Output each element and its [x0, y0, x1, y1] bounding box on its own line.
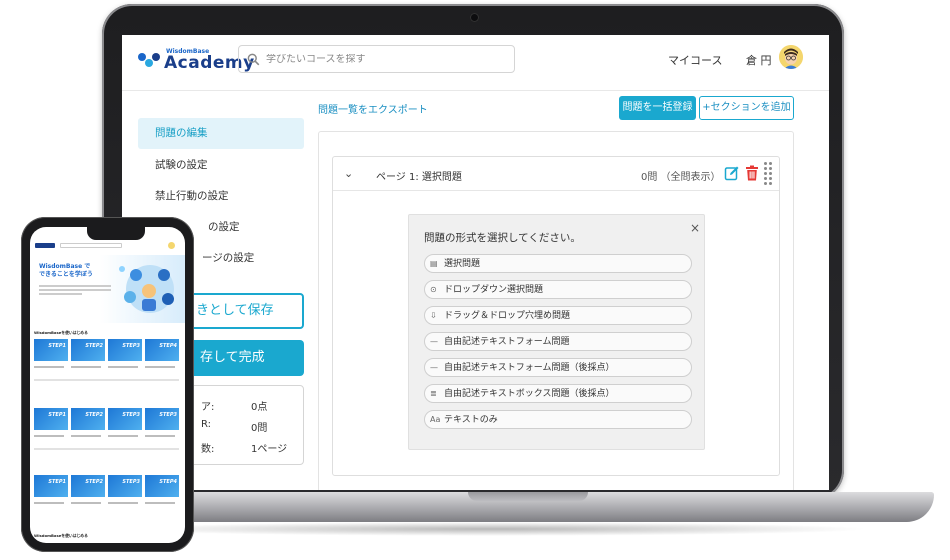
app-header: WisdomBase Academy マイコース 倉 円	[122, 35, 829, 91]
phone-logo	[35, 243, 55, 248]
question-type-popup: 問題の形式を選択してください。 × ▤ 選択問題 ⊙ ドロップダウン選択問題 ⇩ ドラ…	[408, 214, 705, 450]
page-header: ⌄ ページ 1: 選択問題 0問 （全問表示）	[333, 157, 779, 191]
logo-mark-icon	[138, 51, 160, 69]
phone-step-card[interactable]: STEP3	[145, 408, 179, 430]
option-text-box-later[interactable]: ≣ 自由記述テキストボックス問題（後採点）	[424, 384, 692, 403]
phone-step-card[interactable]: STEP3	[108, 408, 142, 430]
laptop-shadow	[110, 522, 870, 536]
option-text-only[interactable]: Aa テキストのみ	[424, 410, 692, 429]
chevron-down-icon[interactable]: ⌄	[344, 167, 353, 180]
phone-step-card[interactable]: STEP1	[34, 339, 68, 361]
phone-step-card[interactable]: STEP1	[34, 475, 68, 497]
sidebar-item-exam-settings[interactable]: 試験の設定	[138, 150, 304, 181]
phone-step-card[interactable]: STEP4	[145, 339, 179, 361]
avatar[interactable]	[779, 45, 803, 69]
export-questions-link[interactable]: 問題一覧をエクスポート	[318, 101, 428, 116]
user-name[interactable]: 倉 円	[746, 52, 772, 68]
text-box-icon: ≣	[430, 389, 437, 398]
sidebar-item-edit-questions[interactable]: 問題の編集	[138, 118, 304, 149]
camera-icon	[470, 13, 479, 22]
text-only-icon: Aa	[430, 415, 441, 424]
list-icon: ▤	[430, 259, 438, 268]
popup-title: 問題の形式を選択してください。	[424, 232, 581, 244]
phone-hero-title: WisdomBase で できることを学ぼう	[39, 263, 93, 278]
phone-step-card[interactable]: STEP1	[34, 408, 68, 430]
add-section-button[interactable]: +セクションを追加	[699, 96, 794, 120]
option-drag-drop[interactable]: ⇩ ドラッグ＆ドロップ穴埋め問題	[424, 306, 692, 325]
laptop-notch	[468, 492, 588, 501]
trash-icon[interactable]	[745, 165, 759, 181]
option-dropdown[interactable]: ⊙ ドロップダウン選択問題	[424, 280, 692, 299]
search-box[interactable]	[238, 45, 515, 73]
option-text-form-later[interactable]: — 自由記述テキストフォーム問題（後採点）	[424, 358, 692, 377]
search-input[interactable]	[266, 53, 496, 65]
sidebar-item-prohibited-actions[interactable]: 禁止行動の設定	[138, 181, 304, 212]
drag-drop-icon: ⇩	[430, 311, 437, 320]
page-title: ページ 1: 選択問題	[376, 172, 462, 183]
edit-icon[interactable]	[724, 165, 740, 181]
phone-hero-description	[39, 285, 111, 295]
option-multiple-choice[interactable]: ▤ 選択問題	[424, 254, 692, 273]
phone-hero: WisdomBase で できることを学ぼう	[30, 255, 185, 323]
phone-section-title: WisdomBaseを使いはじめる	[34, 330, 88, 335]
search-icon	[247, 53, 260, 65]
phone-search-input[interactable]	[60, 243, 122, 248]
my-course-link[interactable]: マイコース	[668, 52, 722, 68]
dropdown-icon: ⊙	[430, 285, 437, 294]
text-line-icon: —	[430, 337, 438, 346]
phone-step-card[interactable]: STEP2	[71, 408, 105, 430]
avatar-face-icon	[779, 45, 803, 69]
phone-section-title: WisdomBaseを使いはじめる	[34, 533, 88, 538]
laptop-screen: WisdomBase Academy マイコース 倉 円 問題の編集 試験の設定…	[122, 35, 829, 490]
phone-frame: WisdomBase で できることを学ぼう WisdomBaseを使いはじめる…	[21, 217, 194, 552]
phone-step-card[interactable]: STEP4	[145, 475, 179, 497]
phone-step-card[interactable]: STEP3	[108, 339, 142, 361]
phone-hero-illustration	[119, 265, 174, 313]
phone-step-card[interactable]: STEP2	[71, 475, 105, 497]
option-text-form[interactable]: — 自由記述テキストフォーム問題	[424, 332, 692, 351]
phone-step-card[interactable]: STEP2	[71, 339, 105, 361]
bulk-register-button[interactable]: 問題を一括登録	[619, 96, 696, 120]
text-line-icon: —	[430, 363, 438, 372]
page-question-count: 0問 （全問表示）	[641, 172, 721, 183]
phone-notch	[87, 227, 145, 240]
phone-header	[30, 241, 185, 251]
phone-step-card[interactable]: STEP3	[108, 475, 142, 497]
drag-handle-icon[interactable]	[764, 162, 772, 186]
phone-avatar[interactable]	[168, 242, 175, 249]
phone-screen: WisdomBase で できることを学ぼう WisdomBaseを使いはじめる…	[30, 227, 185, 543]
close-icon[interactable]: ×	[690, 221, 700, 235]
